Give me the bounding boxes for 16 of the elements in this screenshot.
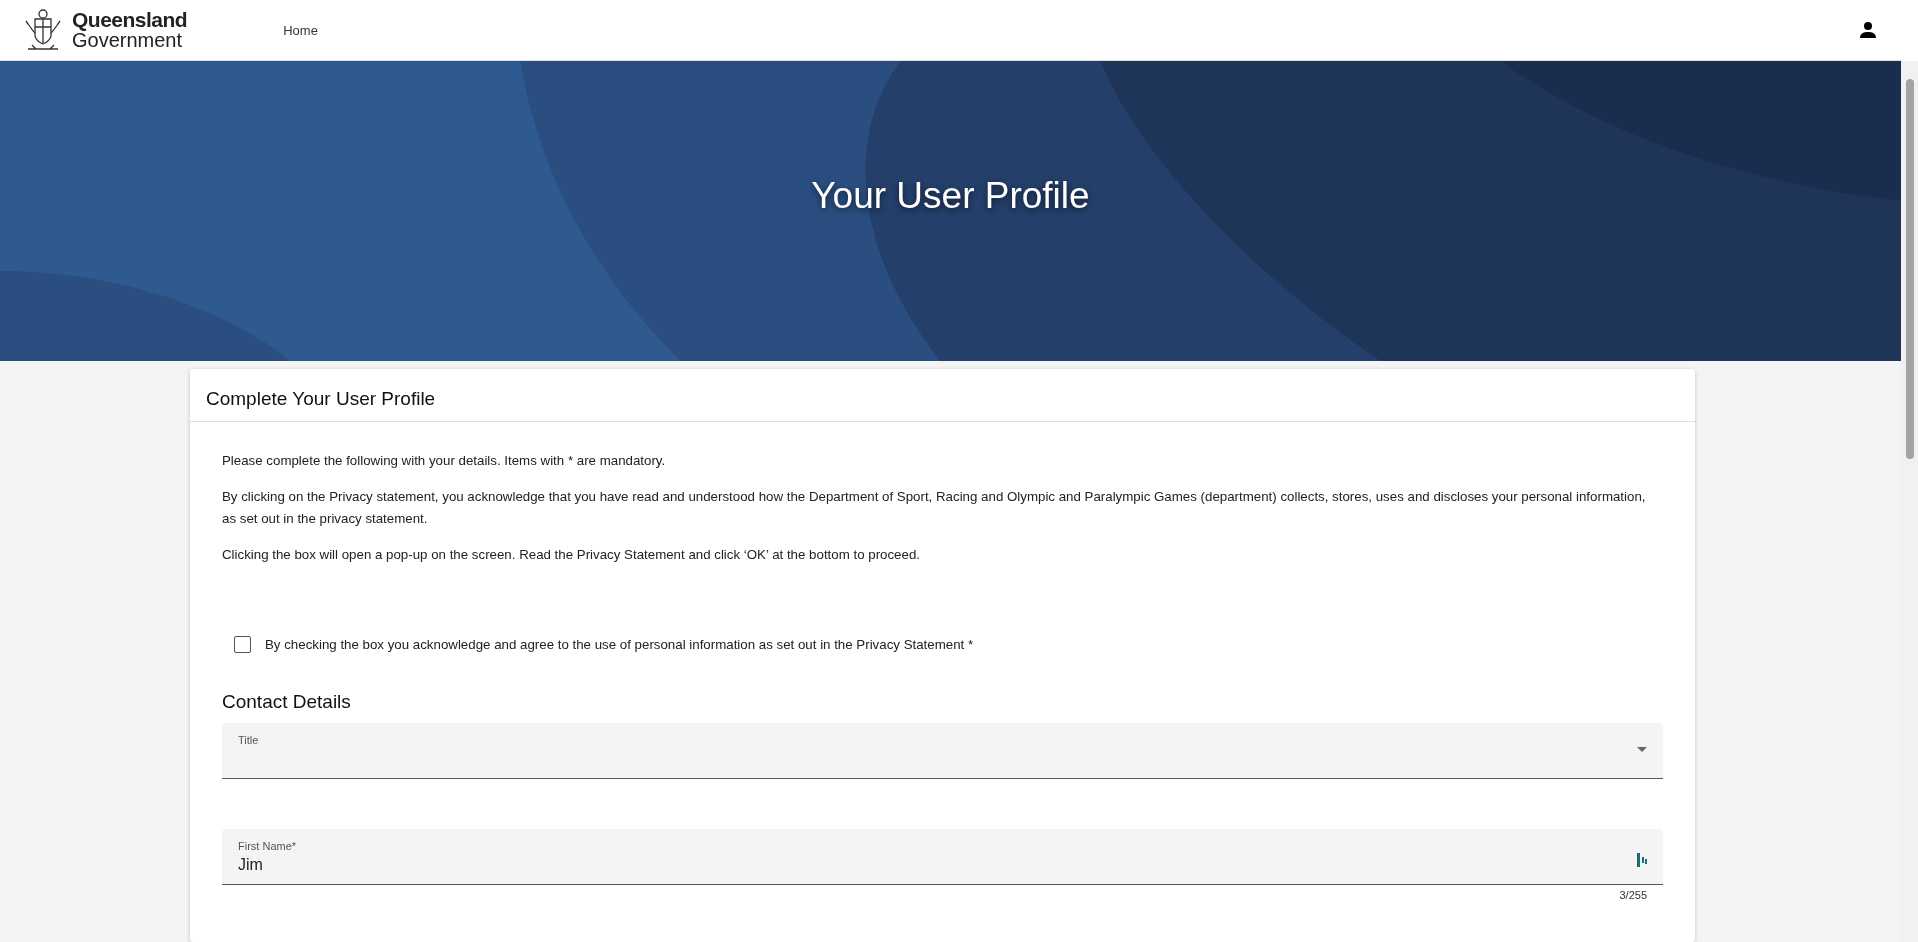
section-heading: Contact Details (222, 691, 352, 713)
info-paragraph: By clicking on the Privacy statement, you acknowledge that you have read and understood how the Department of Sport, Racing and Olympic and Paralympic Games (department) collects, stores, uses and discloses your personal information, as set out in the privacy statement. (222, 488, 1647, 528)
character-counter: 3/255 (1618, 888, 1648, 901)
password-manager-icon (1637, 853, 1647, 867)
card-title: Complete Your User Profile (206, 388, 437, 410)
nav-link[interactable]: Home (283, 22, 318, 38)
consent-label: By checking the box you acknowledge and agree to the use of personal information as set out in the Privacy Statement * (265, 637, 974, 652)
info-paragraph: Clicking the box will open a pop-up on the screen. Read the Privacy Statement and click ‘OK’ at the bottom to proceed. (222, 546, 921, 564)
title-select[interactable]: Title (222, 723, 1663, 779)
info-paragraph: Please complete the following with your details. Items with * are mandatory. (222, 452, 667, 470)
person-icon (1859, 21, 1877, 39)
logo-text: Queensland Government (72, 10, 188, 50)
input-field[interactable]: First Name* Jim (222, 829, 1663, 885)
page-title: Your User Profile (811, 175, 1090, 217)
dropdown-caret-icon (1637, 747, 1647, 752)
consent-checkbox[interactable] (234, 636, 251, 653)
